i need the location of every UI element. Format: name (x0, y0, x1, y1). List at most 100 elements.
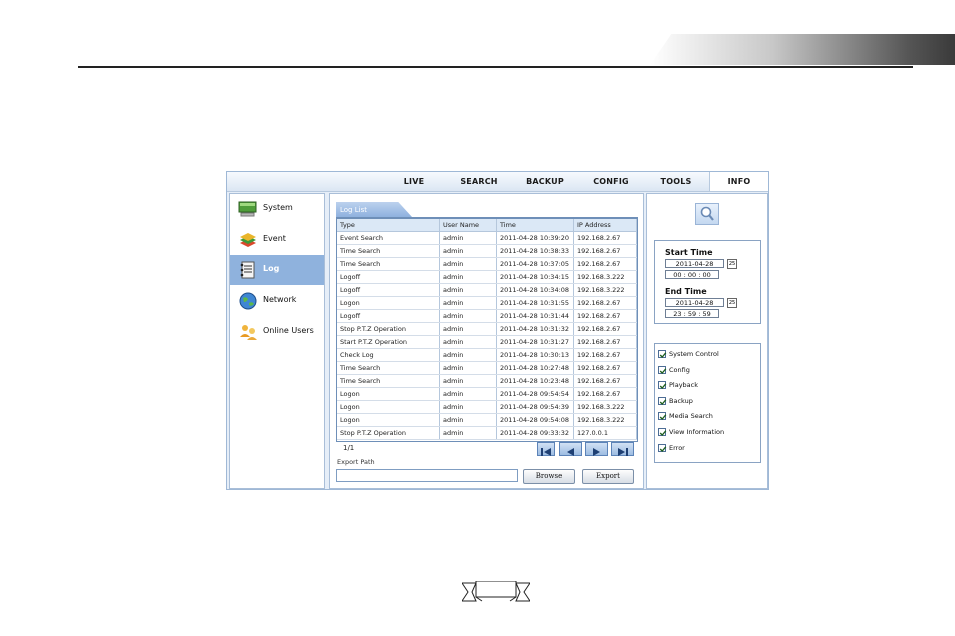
cell-user: admin (439, 244, 497, 258)
checkbox[interactable] (658, 428, 667, 436)
table-row[interactable]: Time Search admin 2011-04-28 10:38:33 192.1… (337, 244, 637, 258)
sidebar-item-network[interactable]: Network (230, 286, 324, 316)
log-icon (238, 261, 258, 279)
cell-ip: 192.168.2.67 (573, 296, 637, 310)
start-calendar-icon[interactable]: 25 (727, 259, 737, 269)
cell-ip: 192.168.3.222 (573, 413, 637, 427)
filter-option-label: Config (669, 365, 690, 374)
column-header-type[interactable]: Type (337, 219, 440, 232)
tab-config[interactable]: CONFIG (586, 172, 636, 191)
prev-page-button[interactable] (559, 442, 582, 456)
cell-time: 2011-04-28 10:31:55 (496, 296, 574, 310)
dvr-info-window: LIVE SEARCH BACKUP CONFIG TOOLS INFO Sys… (226, 171, 769, 490)
search-button[interactable] (695, 203, 719, 225)
checkbox[interactable] (658, 365, 667, 374)
log-list-tab[interactable]: Log List (336, 202, 412, 217)
cell-time: 2011-04-28 09:54:54 (496, 387, 574, 401)
export-button[interactable]: Export (582, 469, 634, 484)
cell-ip: 192.168.2.67 (573, 309, 637, 323)
table-row[interactable]: Check Log admin 2011-04-28 10:30:13 192.168… (337, 348, 637, 362)
table-row[interactable]: Logoff admin 2011-04-28 10:34:15 192.168.3.… (337, 270, 637, 284)
table-row[interactable]: Stop P.T.Z Operation admin 2011-04-28 09:3… (337, 426, 637, 440)
table-row[interactable]: Logon admin 2011-04-28 10:31:55 192.168.2.6… (337, 296, 637, 310)
table-row[interactable]: Start P.T.Z Operation admin 2011-04-28 10:… (337, 335, 637, 349)
tab-info[interactable]: INFO (709, 172, 768, 191)
monitor-icon (238, 200, 258, 218)
table-row[interactable]: Logon admin 2011-04-28 09:54:39 192.168.3.2… (337, 400, 637, 414)
checkbox[interactable] (658, 396, 667, 405)
cell-ip: 192.168.2.67 (573, 387, 637, 401)
cell-type: Check Log (337, 348, 440, 362)
end-time-field[interactable]: 23 : 59 : 59 (665, 309, 719, 318)
sidebar-item-label: Online Users (263, 326, 314, 335)
cell-ip: 192.168.2.67 (573, 348, 637, 362)
start-date-field[interactable]: 2011-04-28 (665, 259, 724, 268)
cell-type: Logon (337, 413, 440, 427)
checkmark-icon (659, 445, 667, 452)
sidebar-item-label: System (263, 203, 293, 212)
log-table-container: Type User Name Time IP Address Event Sea… (336, 217, 638, 442)
column-header-user[interactable]: User Name (439, 219, 497, 232)
cell-user: admin (439, 361, 497, 375)
cell-time: 2011-04-28 10:31:32 (496, 322, 574, 336)
cell-user: admin (439, 387, 497, 401)
table-row[interactable]: Event Search admin 2011-04-28 10:39:20 192.… (337, 231, 637, 245)
cell-type: Time Search (337, 244, 440, 258)
checkmark-icon (659, 414, 667, 421)
table-row[interactable]: Logoff admin 2011-04-28 10:34:08 192.168.3.… (337, 283, 637, 297)
checkmark-icon (659, 352, 667, 358)
time-range-box: Start Time 2011-04-28 25 00 : 00 : 00 En… (654, 240, 761, 324)
browse-button[interactable]: Browse (523, 469, 575, 484)
tab-search[interactable]: SEARCH (454, 172, 504, 191)
table-row[interactable]: Logon admin 2011-04-28 09:54:08 192.168.3.2… (337, 413, 637, 427)
table-row[interactable]: Time Search admin 2011-04-28 10:37:05 192.1… (337, 257, 637, 271)
tab-live[interactable]: LIVE (397, 172, 431, 191)
cell-ip: 127.0.0.1 (573, 426, 637, 440)
first-page-button[interactable] (537, 442, 555, 456)
tab-backup[interactable]: BACKUP (521, 172, 569, 191)
table-row[interactable]: Logoff admin 2011-04-28 10:31:44 192.168.2.… (337, 309, 637, 323)
last-page-button[interactable] (611, 442, 634, 456)
cell-time: 2011-04-28 10:34:15 (496, 270, 574, 284)
cell-user: admin (439, 270, 497, 284)
export-path-input[interactable] (336, 469, 518, 482)
checkmark-icon (659, 367, 667, 374)
cell-time: 2011-04-28 09:54:08 (496, 413, 574, 427)
cell-user: admin (439, 257, 497, 271)
cell-ip: 192.168.2.67 (573, 231, 637, 245)
cell-time: 2011-04-28 10:31:44 (496, 309, 574, 323)
end-calendar-icon[interactable]: 25 (727, 298, 737, 308)
log-type-filter-box: System Control Config Playback Backup Media … (654, 343, 761, 463)
tab-tools[interactable]: TOOLS (653, 172, 699, 191)
checkbox[interactable] (658, 412, 667, 421)
table-row[interactable]: Logon admin 2011-04-28 09:54:54 192.168.2.6… (337, 387, 637, 401)
checkmark-icon (659, 430, 667, 436)
cell-ip: 192.168.2.67 (573, 244, 637, 258)
checkbox[interactable] (658, 443, 667, 452)
top-navigation: LIVE SEARCH BACKUP CONFIG TOOLS INFO (227, 172, 768, 192)
log-panel: Log List Type User Name Time IP Address … (329, 193, 644, 489)
cell-ip: 192.168.2.67 (573, 322, 637, 336)
cell-user: admin (439, 335, 497, 349)
table-row[interactable]: Time Search admin 2011-04-28 10:23:48 192.1… (337, 374, 637, 388)
end-date-field[interactable]: 2011-04-28 (665, 298, 724, 307)
table-row[interactable]: Stop P.T.Z Operation admin 2011-04-28 10:3… (337, 322, 637, 336)
sidebar-item-system[interactable]: System (230, 194, 324, 224)
column-header-ip[interactable]: IP Address (573, 219, 637, 232)
sidebar-item-event[interactable]: Event (230, 225, 324, 255)
cell-type: Logoff (337, 309, 440, 323)
cell-user: admin (439, 322, 497, 336)
cell-time: 2011-04-28 10:30:13 (496, 348, 574, 362)
column-header-time[interactable]: Time (496, 219, 574, 232)
cell-type: Stop P.T.Z Operation (337, 322, 440, 336)
start-time-field[interactable]: 00 : 00 : 00 (665, 270, 719, 279)
checkbox[interactable] (658, 350, 667, 358)
sidebar-item-online-users[interactable]: Online Users (230, 317, 324, 347)
cell-time: 2011-04-28 09:54:39 (496, 400, 574, 414)
start-time-label: Start Time (665, 248, 713, 257)
table-row[interactable]: Time Search admin 2011-04-28 10:27:48 192.1… (337, 361, 637, 375)
checkbox[interactable] (658, 381, 667, 390)
next-page-button[interactable] (585, 442, 608, 456)
sidebar-item-log[interactable]: Log (230, 255, 324, 285)
cell-time: 2011-04-28 10:23:48 (496, 374, 574, 388)
